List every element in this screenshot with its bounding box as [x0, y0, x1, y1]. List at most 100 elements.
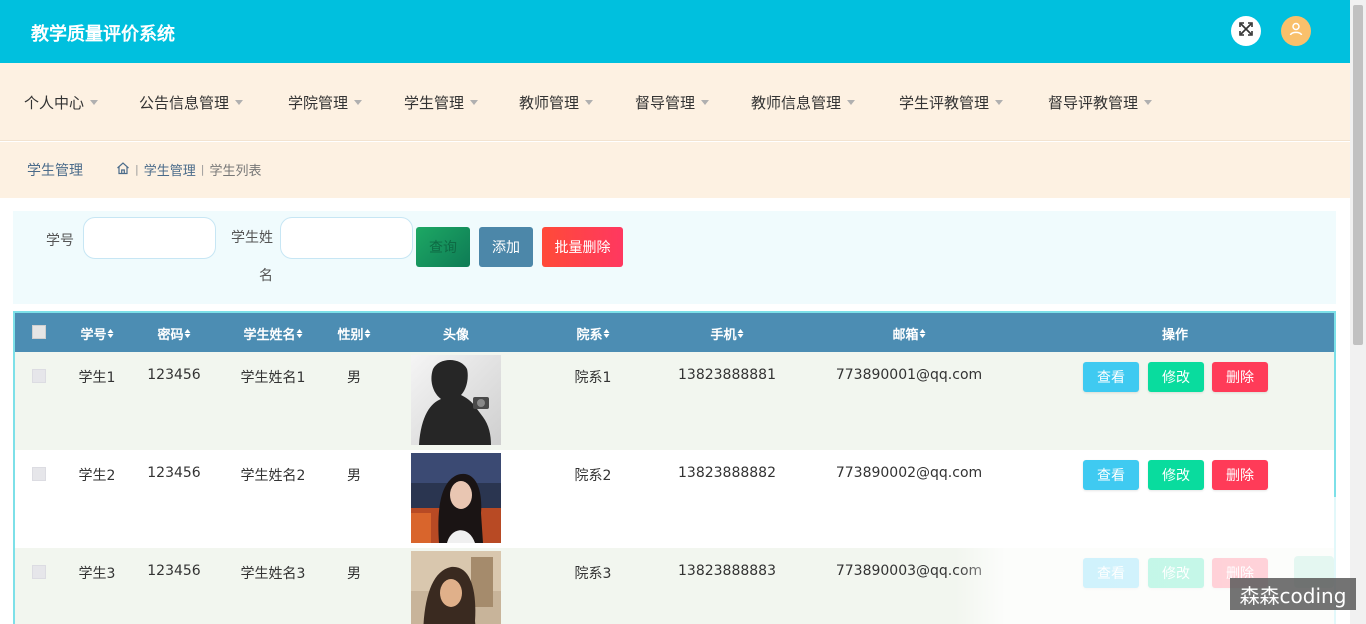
- password-cell: 123456: [147, 367, 201, 383]
- scrollbar-thumb[interactable]: [1353, 5, 1363, 345]
- column-label: 学生姓名: [243, 328, 296, 343]
- table-header: 学号 密码 学生姓名 性别 头像 院系 手机 邮箱 操作: [15, 313, 1334, 352]
- user-icon: [1288, 21, 1304, 41]
- column-label: 手机: [710, 328, 737, 343]
- avatar: [411, 355, 501, 445]
- student-id-input[interactable]: [83, 217, 216, 259]
- department-cell: 院系1: [574, 370, 612, 386]
- nav-item-supervisor-evaluation-management[interactable]: 督导评教管理: [1048, 92, 1153, 113]
- watermark: 森森coding: [1230, 578, 1356, 610]
- student-name-cell: 学生姓名3: [240, 566, 306, 582]
- view-button[interactable]: 查看: [1083, 460, 1139, 490]
- student-name-cell: 学生姓名2: [240, 468, 306, 484]
- nav-label: 教师管理: [519, 94, 580, 112]
- app-title: 教学质量评价系统: [31, 24, 175, 45]
- nav-item-notice-management[interactable]: 公告信息管理: [139, 92, 244, 113]
- column-header-student-name[interactable]: 学生姓名: [243, 324, 303, 343]
- nav-item-teacher-info-management[interactable]: 教师信息管理: [751, 92, 856, 113]
- password-cell: 123456: [147, 563, 201, 579]
- gender-cell: 男: [347, 370, 361, 386]
- batch-delete-button[interactable]: 批量删除: [542, 227, 623, 267]
- student-id-cell: 学生2: [78, 468, 116, 484]
- breadcrumb-separator: |: [200, 163, 205, 176]
- gender-cell: 男: [347, 566, 361, 582]
- row-checkbox[interactable]: [32, 369, 46, 383]
- breadcrumb-separator: |: [135, 163, 139, 176]
- delete-button[interactable]: 删除: [1212, 460, 1268, 490]
- student-name-input[interactable]: [280, 217, 413, 259]
- sort-icon: [296, 329, 303, 338]
- caret-down-icon: [90, 100, 99, 105]
- caret-down-icon: [701, 100, 710, 105]
- column-label: 邮箱: [892, 328, 919, 343]
- page-title: 学生管理: [27, 163, 83, 179]
- column-header-gender[interactable]: 性别: [337, 324, 371, 343]
- page-scrollbar[interactable]: [1350, 0, 1366, 624]
- delete-button[interactable]: 删除: [1212, 362, 1268, 392]
- caret-down-icon: [1144, 100, 1153, 105]
- fullscreen-icon: [1238, 21, 1254, 41]
- column-header-actions: 操作: [1161, 328, 1189, 343]
- column-header-avatar: 头像: [442, 328, 470, 343]
- phone-cell: 13823888882: [678, 465, 776, 481]
- breadcrumb-item-student-management[interactable]: 学生管理: [144, 160, 196, 179]
- edit-button[interactable]: 修改: [1148, 362, 1204, 392]
- nav-label: 个人中心: [24, 94, 85, 112]
- student-name-cell: 学生姓名1: [240, 370, 306, 386]
- nav-item-teacher-management[interactable]: 教师管理: [519, 92, 594, 113]
- nav-item-college-management[interactable]: 学院管理: [288, 92, 363, 113]
- row-checkbox[interactable]: [32, 565, 46, 579]
- student-id-label: 学号: [46, 233, 74, 249]
- add-button[interactable]: 添加: [479, 227, 533, 267]
- column-label: 性别: [337, 328, 364, 343]
- query-button[interactable]: 查询: [416, 227, 470, 267]
- nav-label: 学院管理: [288, 94, 349, 112]
- nav-label: 公告信息管理: [139, 94, 230, 112]
- nav-item-student-management[interactable]: 学生管理: [404, 92, 479, 113]
- department-cell: 院系3: [574, 566, 612, 582]
- sort-icon: [364, 329, 371, 338]
- nav-item-supervisor-management[interactable]: 督导管理: [635, 92, 710, 113]
- row-checkbox[interactable]: [32, 467, 46, 481]
- column-label: 学号: [80, 328, 107, 343]
- email-cell: 773890002@qq.com: [835, 465, 983, 481]
- phone-cell: 13823888881: [678, 367, 776, 383]
- breadcrumb-item-student-list: 学生列表: [209, 164, 262, 179]
- breadcrumb-bar: 学生管理 | 学生管理 | 学生列表: [0, 142, 1350, 198]
- home-icon[interactable]: [116, 161, 130, 179]
- column-header-department[interactable]: 院系: [576, 324, 610, 343]
- nav-item-personal-center[interactable]: 个人中心: [24, 92, 99, 113]
- column-header-phone[interactable]: 手机: [710, 324, 744, 343]
- select-all-checkbox[interactable]: [32, 325, 46, 339]
- nav-label: 学生评教管理: [899, 94, 990, 112]
- column-header-password[interactable]: 密码: [157, 324, 191, 343]
- nav-label: 教师信息管理: [751, 94, 842, 112]
- table-row: 学生1 123456 学生姓名1 男 院系1 13823888881 77389…: [15, 352, 1334, 450]
- caret-down-icon: [470, 100, 479, 105]
- caret-down-icon: [585, 100, 594, 105]
- caret-down-icon: [847, 100, 856, 105]
- sort-icon: [184, 329, 191, 338]
- fullscreen-button[interactable]: [1231, 16, 1261, 46]
- sort-icon: [737, 329, 744, 338]
- breadcrumb: | 学生管理 | 学生列表: [116, 160, 261, 179]
- user-menu-button[interactable]: [1281, 16, 1311, 46]
- caret-down-icon: [354, 100, 363, 105]
- nav-label: 学生管理: [404, 94, 465, 112]
- view-button[interactable]: 查看: [1083, 362, 1139, 392]
- top-header: 教学质量评价系统: [0, 0, 1350, 63]
- nav-item-student-evaluation-management[interactable]: 学生评教管理: [899, 92, 1004, 113]
- student-name-label: 学生姓名: [231, 230, 273, 284]
- edit-button[interactable]: 修改: [1148, 460, 1204, 490]
- nav-label: 督导管理: [635, 94, 696, 112]
- column-header-student-id[interactable]: 学号: [80, 324, 114, 343]
- search-panel: 学号 学生姓名 查询 添加 批量删除: [13, 211, 1336, 304]
- main-nav: 个人中心 公告信息管理 学院管理 学生管理 教师管理 督导管理 教师信息管理 学…: [0, 63, 1350, 141]
- column-header-email[interactable]: 邮箱: [892, 324, 926, 343]
- avatar: [411, 551, 501, 624]
- column-label: 院系: [576, 328, 603, 343]
- sort-icon: [107, 329, 114, 338]
- student-id-cell: 学生1: [78, 370, 116, 386]
- student-id-cell: 学生3: [78, 566, 116, 582]
- caret-down-icon: [995, 100, 1004, 105]
